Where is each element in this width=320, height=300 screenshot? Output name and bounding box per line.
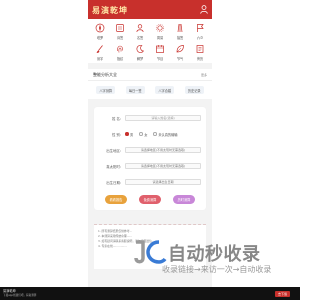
gender-label: 性 别: [111,132,121,137]
birthplace-select[interactable]: 请选择地区(不用太现时无需选取) [125,147,201,153]
grid-item-label: 节气 [176,57,184,61]
birthplace-row: 出生地区: 请选择地区(不用太现时无需选取) [99,145,201,155]
download-button[interactable]: 去下载 [274,291,290,297]
grid-item-tarot[interactable]: 塔罗 [90,23,110,40]
true-solar-row: 真太阳时: 请选择地区(不用太现时无需选取) [99,161,201,171]
logo-char: 演 [101,4,109,15]
grid-item-zhouyi[interactable]: 周易 [150,23,170,40]
grid-item-draw-lot[interactable]: 抽签 [170,23,190,40]
gender-unknown-label: 未认真的输输 [158,132,178,137]
app-header: 易 演 乾 坤 [88,0,212,19]
timed-reading-button[interactable]: 历时测算 [173,195,195,204]
gender-female-label: 女 [144,132,148,137]
more-link[interactable]: 更多 [201,73,207,77]
grid-item-program[interactable]: 节目 [150,44,170,61]
gear-icon [155,23,165,33]
radio-dot [139,132,143,136]
footer-tagline: 下载app找我们吧，获取测算 [3,294,37,297]
calendar-icon [156,45,164,53]
app-logo[interactable]: 易 演 乾 坤 [92,5,127,15]
gender-female-radio[interactable]: 女 [139,132,147,137]
gender-row: 性 别: 男 女 未认真的输输 [99,129,201,139]
feature-grid: 塔罗 诗签 名签 周易 抽签 六爻 测字 指纹 解梦 节目 节气 黄历 [88,19,212,63]
tab-bar: 八字测算 每日一签 八字合婚 历史记录 [88,81,212,99]
grid-item-label: 测字 [96,57,104,61]
stick-icon [177,23,183,33]
gender-radio-group: 男 女 未认真的输输 [125,132,178,137]
section-title: 整能分析大全 [93,71,117,77]
grid-item-almanac[interactable]: 黄历 [190,44,210,61]
tab-marriage[interactable]: 八字合婚 [155,86,175,94]
view-report-button[interactable]: 看看报告 [105,195,127,204]
name-row: 姓 名: 请输入姓名(选填) [99,113,201,123]
birthdate-label: 出生日期: [106,180,121,185]
gender-male-label: 男 [130,132,134,137]
birthplace-label: 出生地区: [106,148,121,153]
grid-item-label: 抽签 [176,36,184,40]
watermark-logo-icon [134,240,167,264]
grid-item-poem-lot[interactable]: 诗签 [110,23,130,40]
grid-item-dream[interactable]: 解梦 [130,44,150,61]
stamp-icon [116,24,124,32]
radio-dot [153,132,157,136]
grid-item-label: 指纹 [116,57,124,61]
brush-icon [96,45,103,53]
grid-item-label: 周易 [156,36,164,40]
download-footer: 易演乾坤 下载app找我们吧，获取测算 去下载 [0,287,300,300]
gender-unknown-radio[interactable]: 未认真的输输 [153,132,178,137]
watermark-subtitle: 收录链接→来访一次→自动收录 [162,265,272,274]
section-header: 整能分析大全 更多 [88,69,212,81]
grid-item-label: 六爻 [196,36,204,40]
birthdate-select[interactable]: 请选择出生日期 [125,179,201,185]
true-solar-label: 真太阳时: [106,164,121,169]
grid-item-label: 诗签 [116,36,124,40]
flag-icon [197,24,204,32]
grid-item-label: 名签 [136,36,144,40]
grid-item-label: 塔罗 [96,36,104,40]
compass-icon [95,23,105,33]
action-buttons: 看看报告 免费测算 历时测算 [99,195,201,204]
true-solar-select[interactable]: 请选择地区(不用太现时无需选取) [125,163,201,169]
name-input[interactable]: 请输入姓名(选填) [125,115,201,121]
grid-item-character-test[interactable]: 测字 [90,44,110,61]
gender-male-radio[interactable]: 男 [125,132,133,137]
logo-char: 坤 [119,4,127,15]
watermark-title: 自动秒收录 [168,244,261,265]
grid-item-label: 黄历 [196,57,204,61]
logo-char: 易 [92,4,100,15]
free-reading-button[interactable]: 免费测算 [139,195,161,204]
tab-daily-lot[interactable]: 每日一签 [125,86,145,94]
tab-history[interactable]: 历史记录 [184,86,204,94]
tab-bazi[interactable]: 八字测算 [96,86,116,94]
moon-icon [136,44,145,53]
fortune-form: 姓 名: 请输入姓名(选填) 性 别: 男 女 未认真的输输 出生地区: 请选择… [94,107,206,210]
grid-item-label: 节目 [156,57,164,61]
grid-item-fingerprint[interactable]: 指纹 [110,44,130,61]
leaf-icon [176,45,184,53]
grid-item-name-lot[interactable]: 名签 [130,23,150,40]
watermark: 自动秒收录 收录链接→来访一次→自动收录 [133,238,293,278]
logo-char: 乾 [110,4,118,15]
radio-dot [125,132,129,136]
birthdate-row: 出生日期: 请选择出生日期 [99,177,201,187]
person-icon [136,24,144,33]
book-icon [196,45,204,53]
grid-item-label: 解梦 [136,57,144,61]
fingerprint-icon [117,45,123,53]
user-icon[interactable] [200,5,208,14]
name-label: 姓 名: [111,116,121,121]
grid-item-solar-term[interactable]: 节气 [170,44,190,61]
grid-item-liuyao[interactable]: 六爻 [190,23,210,40]
